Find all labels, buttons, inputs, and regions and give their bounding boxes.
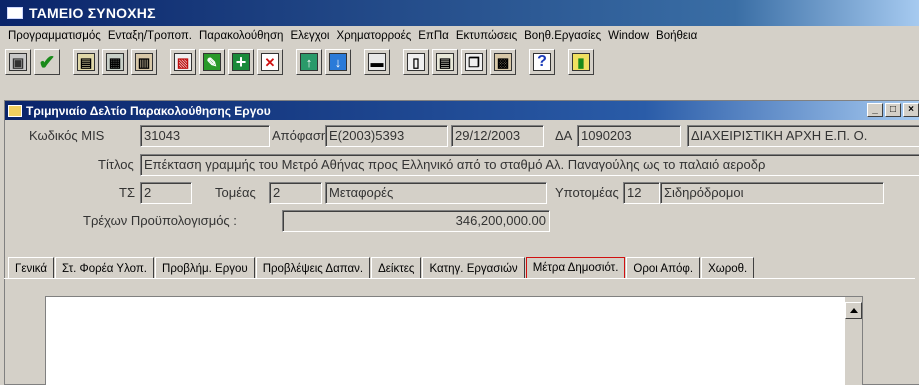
toolbar-edit-button[interactable]: ✎: [199, 49, 225, 75]
mis-field[interactable]: 31043: [140, 125, 270, 147]
toolbar-arrow-up-button[interactable]: ↑: [296, 49, 322, 75]
menu-item-window[interactable]: Window: [608, 30, 649, 42]
toolbar-save-button[interactable]: ▣: [5, 49, 31, 75]
tab-indicators[interactable]: Δείκτες: [371, 257, 422, 279]
tab-general[interactable]: Γενικά: [8, 257, 55, 279]
subsector-code-field[interactable]: 12: [623, 182, 660, 204]
menu-item-eppa[interactable]: ΕπΠα: [418, 30, 449, 42]
help-icon: ?: [533, 53, 551, 71]
sector-code-field[interactable]: 2: [269, 182, 322, 204]
add-row-icon: +: [232, 53, 250, 71]
menu-item-utilities[interactable]: Βοηθ.Εργασίες: [524, 30, 601, 42]
sector-label: Τομέας: [215, 185, 256, 200]
sector-name-field[interactable]: Μεταφορές: [325, 182, 547, 204]
save-icon: ▣: [9, 53, 27, 71]
app-title: ΤΑΜΕΙΟ ΣΥΝΟΧΗΣ: [29, 5, 156, 21]
tab-implementing-body[interactable]: Στ. Φορέα Υλοπ.: [55, 257, 155, 279]
close-button[interactable]: ×: [903, 103, 919, 117]
budget-label: Τρέχων Προϋπολογισμός :: [83, 213, 237, 228]
child-window-icon: [8, 104, 22, 117]
ts-field[interactable]: 2: [140, 182, 192, 204]
decision-date-field[interactable]: 29/12/2003: [451, 125, 544, 147]
columns-icon: ▯: [407, 53, 425, 71]
dialog-icon: ▤: [77, 53, 95, 71]
menu-item-cashflows[interactable]: Χρηματορροές: [336, 30, 411, 42]
subsector-label: Υποτομέας: [555, 185, 619, 200]
app-titlebar: ΤΑΜΕΙΟ ΣΥΝΟΧΗΣ: [0, 0, 919, 26]
app-icon: [7, 7, 23, 19]
decision-label: Απόφαση: [272, 128, 329, 143]
arrow-up-icon: ↑: [300, 53, 318, 71]
toolbar: ▣ ✔ ▤ ▦ ▥ ▧ ✎ + ✕ ↑ ↓ ▬ ▯ ▤ ❐ ▩ ? ▮: [5, 47, 597, 77]
scroll-up-icon[interactable]: [845, 302, 862, 319]
tab-panel-border: [4, 278, 915, 279]
subsector-name-field[interactable]: Σιδηρόδρομοι: [660, 182, 884, 204]
toolbar-paste-button[interactable]: ▩: [490, 49, 516, 75]
app-window: ΤΑΜΕΙΟ ΣΥΝΟΧΗΣ Προγραμματισμός Ενταξη/Τρ…: [0, 0, 919, 385]
menu-item-help[interactable]: Βοήθεια: [656, 30, 697, 42]
da-label: ΔΑ: [555, 128, 573, 143]
budget-field[interactable]: 346,200,000.00: [282, 210, 550, 232]
delete-icon: ✕: [261, 53, 279, 71]
tab-location[interactable]: Χωροθ.: [701, 257, 755, 279]
da-code-field[interactable]: 1090203: [577, 125, 681, 147]
print-icon: ▬: [368, 53, 386, 71]
minimize-button[interactable]: _: [867, 103, 883, 117]
menu-item-inclusion[interactable]: Ενταξη/Τροποπ.: [108, 30, 192, 42]
ts-label: ΤΣ: [119, 185, 135, 200]
toolbar-document-button[interactable]: ▥: [131, 49, 157, 75]
menu-item-monitoring[interactable]: Παρακολούθηση: [199, 30, 283, 42]
toolbar-dialog-button[interactable]: ▤: [73, 49, 99, 75]
toolbar-columns-button[interactable]: ▯: [403, 49, 429, 75]
edit-icon: ✎: [203, 53, 221, 71]
tab-project-problems[interactable]: Προβλήμ. Εργου: [155, 257, 255, 279]
exit-icon: ▮: [572, 53, 590, 71]
child-titlebar: Τριμηνιαίο Δελτίο Παρακολούθησης Εργου _…: [5, 101, 919, 120]
chart-icon: ▧: [174, 53, 192, 71]
menu-item-audits[interactable]: Ελεγχοι: [290, 30, 329, 42]
toolbar-help-button[interactable]: ?: [529, 49, 555, 75]
toolbar-delete-button[interactable]: ✕: [257, 49, 283, 75]
report-icon: ▤: [436, 53, 454, 71]
menu-item-programming[interactable]: Προγραμματισμός: [8, 30, 101, 42]
mis-label: Κωδικός MIS: [29, 128, 105, 143]
vertical-scrollbar[interactable]: [845, 297, 862, 385]
tab-decision-terms[interactable]: Οροι Απόφ.: [626, 257, 701, 279]
restore-button[interactable]: □: [885, 103, 901, 117]
tab-strip: Γενικά Στ. Φορέα Υλοπ. Προβλήμ. Εργου Πρ…: [8, 257, 755, 279]
copy-icon: ❐: [465, 53, 483, 71]
grid-icon: ▦: [106, 53, 124, 71]
toolbar-arrow-down-button[interactable]: ↓: [325, 49, 351, 75]
document-icon: ▥: [135, 53, 153, 71]
tab-publicity-measures[interactable]: Μέτρα Δημοσιότ.: [525, 257, 626, 279]
check-icon: ✔: [38, 51, 56, 74]
paste-icon: ▩: [494, 53, 512, 71]
menu-bar: Προγραμματισμός Ενταξη/Τροποπ. Παρακολού…: [0, 26, 919, 46]
decision-field[interactable]: E(2003)5393: [325, 125, 448, 147]
toolbar-exit-button[interactable]: ▮: [568, 49, 594, 75]
toolbar-chart-button[interactable]: ▧: [170, 49, 196, 75]
title-label: Τίτλος: [98, 157, 134, 172]
tab-work-categories[interactable]: Κατηγ. Εργασιών: [422, 257, 525, 279]
arrow-down-icon: ↓: [329, 53, 347, 71]
window-controls: _ □ ×: [865, 103, 919, 117]
toolbar-add-row-button[interactable]: +: [228, 49, 254, 75]
authority-field[interactable]: ΔΙΑΧΕΙΡΙΣΤΙΚΗ ΑΡΧΗ Ε.Π. Ο.: [687, 125, 919, 147]
menu-item-prints[interactable]: Εκτυπώσεις: [456, 30, 517, 42]
toolbar-copy-button[interactable]: ❐: [461, 49, 487, 75]
toolbar-grid-button[interactable]: ▦: [102, 49, 128, 75]
child-window-title: Τριμηνιαίο Δελτίο Παρακολούθησης Εργου: [26, 103, 271, 118]
toolbar-check-button[interactable]: ✔: [34, 49, 60, 75]
toolbar-report-button[interactable]: ▤: [432, 49, 458, 75]
publicity-measures-textarea[interactable]: [45, 296, 863, 385]
project-title-field[interactable]: Επέκταση γραμμής του Μετρό Αθήνας προς Ε…: [140, 154, 919, 176]
toolbar-print-button[interactable]: ▬: [364, 49, 390, 75]
tab-expense-forecasts[interactable]: Προβλέψεις Δαπαν.: [255, 257, 371, 279]
